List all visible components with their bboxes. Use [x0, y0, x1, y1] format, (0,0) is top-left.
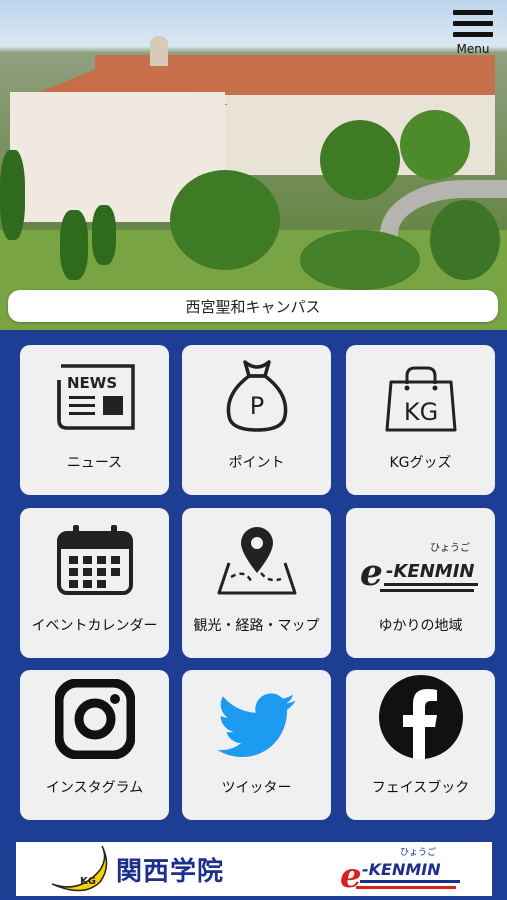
tile-label: ツイッター	[221, 780, 292, 796]
tile-label: KGグッズ	[389, 455, 452, 471]
tile-kg-goods[interactable]: KG KGグッズ	[346, 345, 495, 495]
tile-twitter[interactable]: ツイッター	[182, 670, 331, 820]
svg-text:P: P	[249, 392, 263, 420]
ekenmin-banner-logo[interactable]: ひょうご e -KENMIN	[338, 845, 472, 893]
tile-event-calendar[interactable]: イベントカレンダー	[20, 508, 169, 658]
map-pin-icon	[217, 527, 296, 595]
point-bag-icon: P	[226, 360, 287, 432]
instagram-icon	[54, 679, 135, 759]
campus-name: 西宮聖和キャンパス	[185, 297, 321, 316]
svg-text:-KENMIN: -KENMIN	[362, 860, 441, 879]
crescent-moon-icon: KG	[51, 845, 108, 892]
menu-label: Menu	[456, 42, 490, 56]
tile-instagram[interactable]: インスタグラム	[20, 670, 169, 820]
tile-label: ポイント	[228, 455, 285, 471]
footer-banner[interactable]: KG 関西学院 ひょうご e -KENMIN	[16, 842, 492, 896]
tile-news[interactable]: NEWS ニュース	[20, 345, 169, 495]
news-icon: NEWS	[56, 364, 135, 430]
tile-label: 観光・経路・マップ	[193, 618, 320, 634]
tile-label: ニュース	[66, 455, 123, 471]
calendar-icon	[56, 525, 133, 595]
twitter-icon	[216, 693, 295, 758]
tile-label: インスタグラム	[45, 780, 144, 796]
campus-photo	[0, 0, 507, 330]
tile-label: フェイスブック	[371, 780, 470, 796]
hamburger-icon	[453, 10, 493, 15]
kwansei-gakuin-logo[interactable]: KG 関西学院	[50, 844, 224, 894]
menu-button[interactable]: Menu	[451, 10, 495, 58]
university-name: 関西学院	[116, 856, 225, 887]
tile-sightseeing-map[interactable]: 観光・経路・マップ	[182, 508, 331, 658]
tile-point[interactable]: P ポイント	[182, 345, 331, 495]
svg-text:KG: KG	[80, 876, 96, 887]
ekenmin-logo: ひょうご e -KENMIN	[360, 541, 478, 594]
svg-text:ひょうご: ひょうご	[430, 541, 470, 554]
svg-text:e: e	[360, 552, 383, 594]
tile-label: ゆかりの地域	[378, 618, 463, 634]
facebook-icon	[378, 675, 463, 759]
kg-goods-bag-icon: KG	[385, 366, 456, 432]
tile-related-regions[interactable]: ひょうご e -KENMIN ゆかりの地域	[346, 508, 495, 658]
svg-text:NEWS: NEWS	[67, 374, 117, 392]
tile-label: イベントカレンダー	[31, 618, 158, 634]
campus-selector[interactable]: 西宮聖和キャンパス	[8, 290, 498, 322]
svg-text:KG: KG	[403, 398, 437, 426]
svg-text:ひょうご: ひょうご	[400, 846, 436, 858]
tile-facebook[interactable]: フェイスブック	[346, 670, 495, 820]
svg-text:-KENMIN: -KENMIN	[386, 561, 474, 582]
